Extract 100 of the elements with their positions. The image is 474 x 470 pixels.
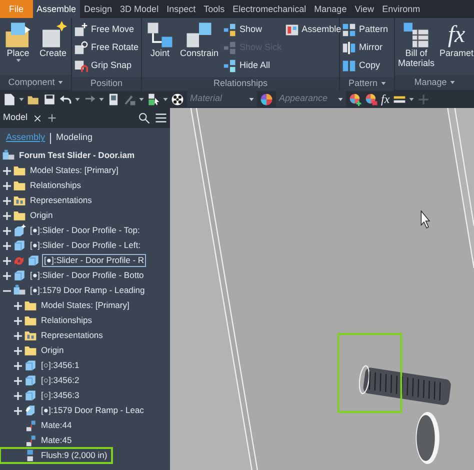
ribbon-button[interactable]: Show [222, 21, 282, 38]
ribbon-tab[interactable]: Environm [378, 0, 424, 18]
tree-item[interactable]: [●]:Slider - Door Profile - Top: [28, 224, 142, 237]
tree-item[interactable]: Forum Test Slider - Door.iam [17, 149, 137, 162]
ribbon-button[interactable]: Create [37, 21, 69, 72]
caret-icon[interactable] [338, 98, 343, 100]
ribbon-button[interactable]: Constrain [179, 21, 220, 74]
place-icon [3, 21, 33, 49]
part-icon [24, 359, 37, 372]
folder-icon [13, 209, 26, 222]
browser-mode-tab[interactable]: Assembly [5, 131, 46, 145]
new-file-icon[interactable] [3, 92, 16, 106]
expand-icon[interactable] [14, 376, 22, 384]
tree-item[interactable]: [○]:3456:3 [39, 389, 82, 402]
ribbon-button[interactable]: Joint [144, 21, 176, 74]
show-icon [222, 22, 237, 36]
tree-item[interactable]: Relationships [39, 314, 94, 327]
expand-icon[interactable] [3, 212, 11, 220]
browser-mode-tab[interactable]: Modeling [55, 131, 94, 145]
ribbon-tab[interactable]: Electromechanical [228, 0, 310, 18]
caret-icon[interactable] [380, 82, 386, 86]
save-icon[interactable] [43, 92, 56, 106]
folder-icon [24, 344, 37, 357]
tree-item[interactable]: [●]:Slider - Door Profile - Botto [28, 269, 146, 282]
folder-icon [24, 314, 37, 327]
tree-item[interactable]: [●]:1579 Door Ramp - Leac [39, 404, 146, 417]
ribbon-tab[interactable]: Assemble [32, 0, 80, 18]
ribbon-tab[interactable]: Inspect [162, 0, 200, 18]
tree-item[interactable]: [●]:Slider - Door Profile - R [42, 254, 146, 267]
ribbon-button[interactable]: Copy [342, 57, 392, 74]
formula-button[interactable]: fx [381, 90, 390, 108]
tree-item[interactable]: Relationships [28, 179, 84, 192]
expand-icon[interactable] [14, 362, 22, 370]
ribbon-button[interactable]: Bill of Materials [397, 21, 436, 72]
color-wheel-icon[interactable] [260, 92, 273, 106]
new-part-icon [13, 224, 26, 237]
ribbon-tab[interactable]: Tools [200, 0, 229, 18]
ribbon-button[interactable]: Grip Snap [74, 57, 139, 74]
close-icon[interactable] [32, 114, 42, 122]
constrain-icon [184, 21, 214, 49]
expand-icon[interactable] [3, 256, 11, 264]
ribbon-button[interactable]: Free Rotate [74, 39, 139, 56]
caret-icon[interactable] [19, 98, 24, 100]
ribbon-button[interactable]: Mirror [342, 39, 392, 56]
caret-icon[interactable] [249, 98, 254, 100]
expand-icon[interactable] [14, 332, 22, 340]
tree-item[interactable]: Origin [28, 209, 55, 222]
menu-icon[interactable] [155, 112, 167, 124]
ribbon-button[interactable]: Hide All [222, 57, 282, 74]
tree-item[interactable]: [○]:3456:1 [39, 359, 82, 372]
ribbon-button[interactable]: Free Move [74, 21, 139, 38]
caret-icon[interactable] [58, 81, 63, 84]
expand-icon[interactable] [3, 166, 11, 174]
caret-icon[interactable] [75, 98, 80, 100]
caret-icon[interactable] [450, 81, 455, 84]
expand-icon[interactable] [3, 182, 11, 190]
tree-item[interactable]: Model States: [Primary] [39, 299, 132, 312]
ribbon-tab[interactable]: 3D Model [116, 0, 163, 18]
color-clear-icon[interactable] [365, 92, 378, 106]
expand-icon[interactable] [14, 406, 22, 414]
caret-icon[interactable] [163, 98, 168, 100]
ribbon-button[interactable]: Assemble [284, 21, 342, 38]
expand-icon[interactable] [3, 196, 11, 204]
expand-icon[interactable] [14, 346, 22, 354]
search-icon[interactable] [138, 112, 150, 124]
expand-icon[interactable] [3, 272, 11, 280]
tree-item[interactable]: [○]:3456:2 [39, 374, 82, 387]
tree-item[interactable]: Flush:9 (2,000 in) [39, 449, 110, 462]
tree-item[interactable]: Origin [39, 344, 66, 357]
caret-icon[interactable] [408, 98, 414, 100]
tree-item[interactable]: Representations [28, 194, 94, 207]
expand-icon[interactable] [14, 392, 22, 400]
tree-item[interactable]: [●]:Slider - Door Profile - Left: [28, 239, 142, 252]
ribbon-button[interactable]: Place [2, 21, 34, 72]
assembly-icon [2, 149, 15, 162]
tree-item[interactable]: [●]:1579 Door Ramp - Leading [28, 284, 147, 297]
add-icon[interactable] [46, 113, 57, 123]
folder-icon [13, 164, 26, 177]
show-sick-icon [222, 40, 237, 54]
tree-item[interactable]: Mate:44 [39, 419, 74, 432]
ribbon-tab[interactable]: Manage [310, 0, 351, 18]
free-rotate-icon [74, 40, 88, 54]
expand-icon[interactable] [3, 226, 11, 234]
tree-item[interactable]: Mate:45 [39, 434, 74, 447]
ribbon-tab[interactable]: Design [80, 0, 116, 18]
color-add-icon[interactable] [349, 92, 362, 106]
tree-item[interactable]: Representations [39, 329, 105, 342]
undo-icon[interactable] [59, 92, 72, 106]
tree-item[interactable]: Model States: [Primary] [28, 164, 120, 177]
ribbon-tab[interactable]: View [350, 0, 378, 18]
panel-tab[interactable]: Model [3, 111, 28, 125]
ribbon-button[interactable]: Pattern [342, 21, 392, 38]
tablet-icon[interactable] [107, 92, 120, 106]
select-icon[interactable] [147, 92, 160, 106]
ribbon-button[interactable]: fx Paramet [438, 21, 474, 72]
expand-icon[interactable] [14, 302, 22, 310]
checkered-ball-icon[interactable] [171, 92, 184, 106]
expand-icon[interactable] [3, 242, 11, 250]
caret-icon[interactable] [16, 58, 20, 62]
expand-icon[interactable] [14, 316, 22, 324]
